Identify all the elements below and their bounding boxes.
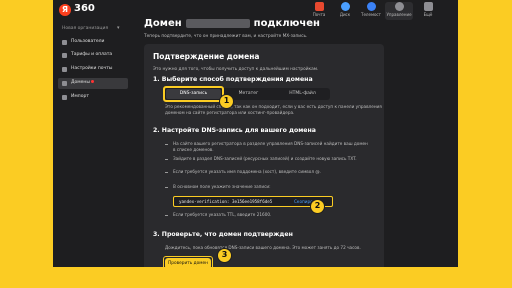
- step-2-item-1: На сайте вашего регистратора в разделе у…: [173, 141, 368, 146]
- domain-verification-card: Подтверждение домена Это нужно для того,…: [144, 44, 384, 267]
- sidebar-item-users[interactable]: Пользователи: [58, 37, 128, 48]
- step-2-item-1-cont: в списке доменов.: [173, 147, 214, 152]
- sidebar: Новая организация ▾ Пользователи Тарифы …: [53, 21, 133, 267]
- page-title-prefix: Домен: [144, 18, 182, 29]
- callout-badge-2: 2: [310, 199, 325, 214]
- step-2-item-2: Зайдите в раздел DNS-записей (ресурсных …: [173, 156, 357, 161]
- check-domain-button[interactable]: Проверить домен: [163, 256, 213, 267]
- txt-record-value-box: yandex-verification: 3e156ee1958f6de5 Ск…: [173, 196, 333, 207]
- sidebar-item-label: Импорт: [71, 94, 89, 99]
- verification-method-tabs: DNS-запись Метатег HTML-файл: [163, 86, 330, 102]
- sidebar-item-label: Тарифы и оплата: [71, 52, 113, 57]
- grid-icon: [423, 2, 433, 11]
- step-1-text-2: доменом на сайте регистратора или хостин…: [165, 110, 295, 115]
- page-title-suffix: подключен: [253, 18, 320, 29]
- mail-icon: [314, 2, 324, 11]
- page-subtitle: Теперь подтвердите, что он принадлежит в…: [144, 34, 308, 39]
- sidebar-item-label: Пользователи: [71, 39, 105, 44]
- wallet-icon: [62, 53, 67, 58]
- step-2-item-3: Если требуется указать имя поддомена (хо…: [173, 169, 321, 174]
- dash-icon: [165, 144, 168, 145]
- notification-dot: [90, 80, 94, 83]
- redacted-domain: [185, 18, 250, 28]
- sidebar-item-billing[interactable]: Тарифы и оплата: [58, 50, 128, 61]
- tab-html-file[interactable]: HTML-файл: [275, 89, 330, 99]
- sidebar-item-domains[interactable]: Домены: [58, 78, 128, 89]
- app-window: Я 360 Почта Диск Телемост Управление Ещё…: [53, 0, 458, 267]
- settings-icon: [394, 2, 404, 11]
- step-1-heading: 1. Выберите способ подтверждения домена: [153, 76, 313, 83]
- page-title: Домен подключен: [144, 18, 320, 29]
- sidebar-item-label: Настройки почты: [71, 66, 113, 71]
- org-name[interactable]: Новая организация: [62, 26, 108, 31]
- callout-badge-1: 1: [219, 94, 234, 109]
- sidebar-item-mail-settings[interactable]: Настройки почты: [58, 64, 128, 75]
- card-description: Это нужно для того, чтобы получить досту…: [153, 67, 319, 72]
- dash-icon: [165, 187, 168, 188]
- highlight-frame: [163, 256, 213, 267]
- dash-icon: [165, 215, 168, 216]
- highlight-frame: [163, 86, 224, 102]
- step-3-description: Дождитесь, пока обновятся DNS-записи ваш…: [165, 245, 361, 250]
- step-2-item-4: В основном поле укажите значение записи:: [173, 184, 271, 189]
- users-icon: [62, 40, 67, 45]
- step-1-text-1: Это рекомендованный способ, так как он п…: [165, 104, 382, 109]
- step-2-heading: 2. Настройте DNS-запись для вашего домен…: [153, 127, 316, 134]
- envelope-icon: [62, 67, 67, 72]
- yandex-logo[interactable]: Я: [59, 4, 71, 16]
- dash-icon: [165, 172, 168, 173]
- step-3-heading: 3. Проверьте, что домен подтвержден: [153, 231, 293, 238]
- chevron-down-icon[interactable]: ▾: [117, 25, 120, 31]
- callout-badge-3: 3: [217, 248, 232, 263]
- sidebar-item-import[interactable]: Импорт: [58, 92, 128, 103]
- main-content: Домен подключен Теперь подтвердите, что о…: [133, 14, 458, 267]
- dash-icon: [165, 159, 168, 160]
- cloud-icon: [340, 2, 350, 11]
- globe-icon: [62, 81, 67, 86]
- import-icon: [62, 95, 67, 100]
- txt-record-value[interactable]: yandex-verification: 3e156ee1958f6de5: [179, 199, 272, 204]
- video-icon: [366, 2, 376, 11]
- tab-dns-record[interactable]: DNS-запись: [163, 86, 224, 102]
- card-title: Подтверждение домена: [153, 52, 260, 61]
- step-2-ttl-note: Если требуется указать TTL, введите 2160…: [173, 212, 272, 217]
- brand-name[interactable]: 360: [74, 3, 95, 14]
- sidebar-item-label: Домены: [71, 80, 90, 85]
